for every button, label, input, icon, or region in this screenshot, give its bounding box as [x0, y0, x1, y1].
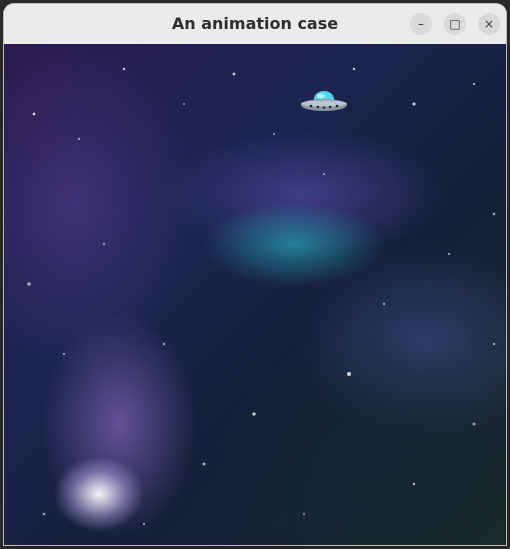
- starfield-background: [27, 67, 496, 525]
- close-button[interactable]: ×: [478, 13, 500, 35]
- animation-canvas[interactable]: [4, 44, 506, 545]
- ufo-icon: [301, 91, 347, 111]
- minimize-button[interactable]: –: [410, 13, 432, 35]
- maximize-button[interactable]: □: [444, 13, 466, 35]
- title-bar[interactable]: An animation case – □ ×: [4, 4, 506, 45]
- app-window: An animation case – □ ×: [4, 4, 506, 545]
